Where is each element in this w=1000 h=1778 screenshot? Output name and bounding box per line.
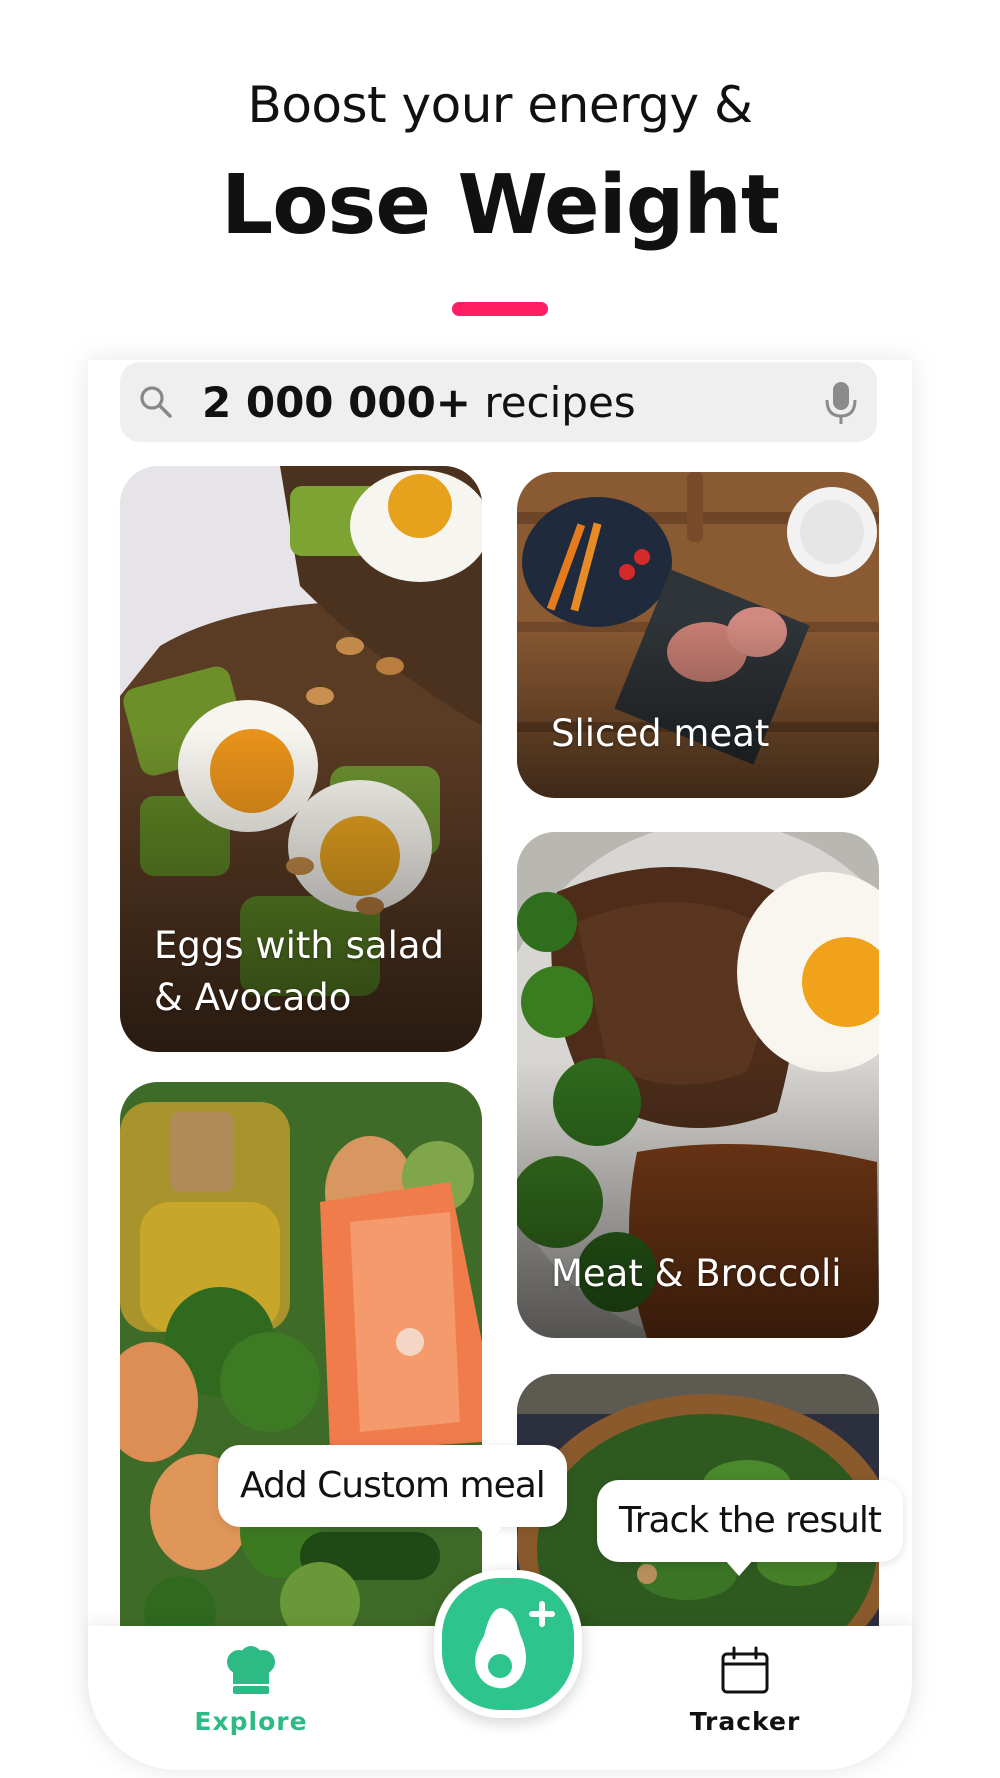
recipe-suffix: recipes bbox=[471, 378, 636, 427]
recipe-card-label: Sliced meat bbox=[551, 712, 770, 755]
recipe-count: 2 000 000+ bbox=[202, 378, 472, 427]
hero-subtitle: Boost your energy & bbox=[247, 76, 753, 134]
tooltip-add-custom-meal-text: Add Custom meal bbox=[240, 1465, 546, 1506]
add-meal-button[interactable] bbox=[434, 1570, 582, 1718]
search-placeholder: 2 000 000+ recipes bbox=[202, 378, 636, 427]
recipe-card-salmon-vegetables[interactable] bbox=[120, 1082, 482, 1642]
recipe-card-eggs-avocado[interactable]: Eggs with salad & Avocado bbox=[120, 466, 482, 1052]
salmon-vegetables-photo bbox=[120, 1082, 482, 1642]
recipe-title-line2: & Avocado bbox=[154, 976, 352, 1019]
recipe-card-meat-broccoli[interactable]: Meat & Broccoli bbox=[517, 832, 879, 1338]
recipe-card-sliced-meat[interactable]: Sliced meat bbox=[517, 472, 879, 798]
recipe-card-label: Eggs with salad & Avocado bbox=[154, 920, 444, 1024]
tab-explore[interactable]: Explore bbox=[151, 1646, 351, 1736]
calendar-icon bbox=[720, 1646, 770, 1700]
search-bar[interactable]: 2 000 000+ recipes bbox=[120, 362, 877, 442]
tooltip-tail bbox=[725, 1560, 753, 1576]
hero-title: Lose Weight bbox=[220, 158, 780, 253]
chef-hat-icon bbox=[225, 1646, 277, 1700]
accent-divider bbox=[452, 302, 548, 316]
tab-tracker-label: Tracker bbox=[689, 1707, 801, 1736]
tooltip-track-result: Track the result bbox=[597, 1480, 904, 1576]
recipe-title-line1: Eggs with salad bbox=[154, 924, 445, 967]
tab-explore-label: Explore bbox=[194, 1707, 308, 1736]
tooltip-tail bbox=[476, 1525, 504, 1541]
search-icon bbox=[138, 384, 174, 425]
tooltip-add-custom-meal: Add Custom meal bbox=[218, 1445, 567, 1541]
tab-tracker[interactable]: Tracker bbox=[645, 1646, 845, 1736]
recipe-card-label: Meat & Broccoli bbox=[551, 1252, 842, 1295]
tooltip-track-result-text: Track the result bbox=[619, 1500, 882, 1541]
microphone-icon[interactable] bbox=[823, 380, 859, 431]
